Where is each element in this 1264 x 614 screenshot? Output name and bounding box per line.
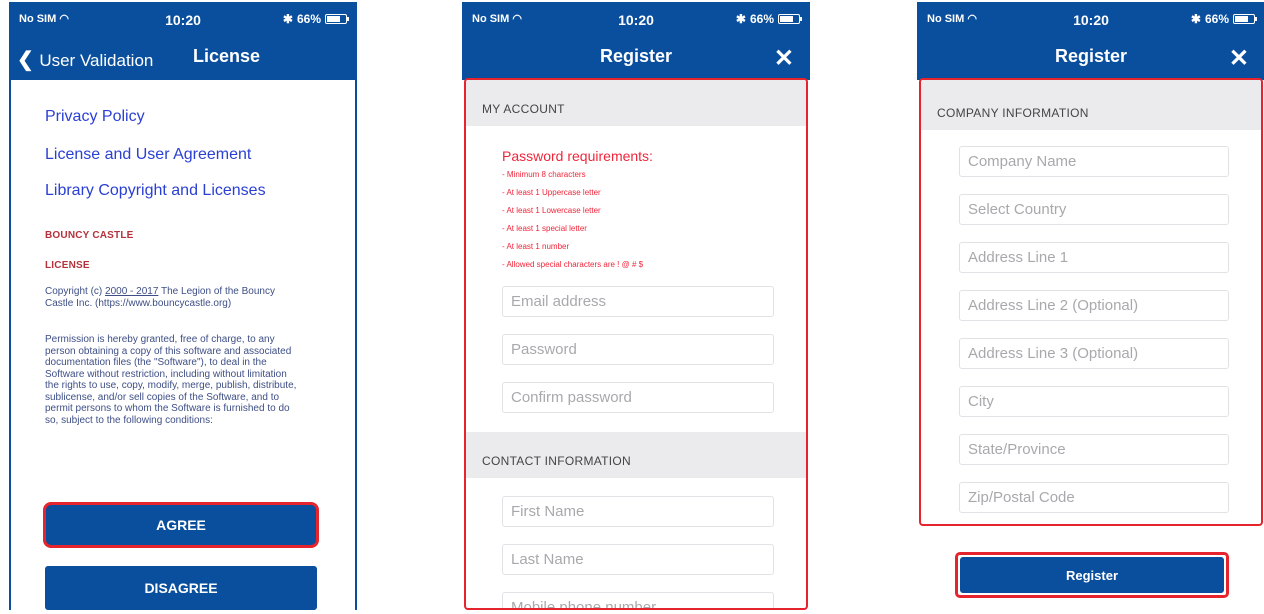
disagree-button[interactable]: DISAGREE — [45, 566, 317, 610]
mobile-phone-field[interactable]: Mobile phone number — [502, 592, 774, 608]
requirement-item: - At least 1 special letter — [502, 224, 587, 233]
address-line-1-field[interactable]: Address Line 1 — [959, 242, 1229, 273]
license-screen: No SIM ◠ 10:20 ✱ 66% ❮ User Validation Li… — [9, 2, 357, 610]
clock: 10:20 — [618, 12, 654, 28]
battery-icon — [1233, 14, 1257, 24]
requirement-item: - Allowed special characters are ! @ # $ — [502, 260, 644, 269]
state-province-field[interactable]: State/Province — [959, 434, 1229, 465]
battery-icon — [325, 14, 349, 24]
battery-icon — [778, 14, 802, 24]
section-company-information: COMPANY INFORMATION — [921, 80, 1261, 130]
carrier-label: No SIM ◠ — [19, 13, 69, 25]
password-field[interactable]: Password — [502, 334, 774, 365]
register-button-outline[interactable]: Register — [955, 552, 1229, 598]
address-line-2-field[interactable]: Address Line 2 (Optional) — [959, 290, 1229, 321]
agree-button[interactable]: AGREE — [48, 507, 314, 543]
select-country-field[interactable]: Select Country — [959, 194, 1229, 225]
wifi-icon: ◠ — [512, 13, 522, 25]
back-button[interactable]: ❮ User Validation — [17, 47, 153, 72]
last-name-field[interactable]: Last Name — [502, 544, 774, 575]
nav-bar: No SIM ◠ 10:20 ✱ 66% ❮ User Validation Li… — [9, 2, 357, 80]
bluetooth-icon: ✱ — [282, 12, 293, 26]
company-name-field[interactable]: Company Name — [959, 146, 1229, 177]
nav-bar: No SIM ◠ 10:20 ✱ 66% Register ✕ — [917, 2, 1264, 80]
requirement-item: - Minimum 8 characters — [502, 170, 586, 179]
chevron-left-icon: ❮ — [17, 49, 34, 71]
zip-postal-code-field[interactable]: Zip/Postal Code — [959, 482, 1229, 513]
account-form: MY ACCOUNT Password requirements: - Mini… — [464, 78, 808, 610]
address-line-3-field[interactable]: Address Line 3 (Optional) — [959, 338, 1229, 369]
carrier-label: No SIM ◠ — [927, 13, 977, 25]
agree-button-outline[interactable]: AGREE — [43, 502, 319, 548]
battery-status: ✱ 66% — [735, 12, 802, 26]
wifi-icon: ◠ — [59, 13, 69, 25]
section-heading: BOUNCY CASTLE — [45, 230, 134, 241]
page-title: License — [193, 46, 261, 66]
page-title: Register — [1054, 46, 1128, 66]
copyright-text: Copyright (c) 2000 - 2017 The Legion of … — [45, 286, 275, 309]
permission-text: Permission is hereby granted, free of ch… — [45, 334, 297, 426]
password-requirements-title: Password requirements: — [502, 148, 653, 164]
requirement-item: - At least 1 Lowercase letter — [502, 206, 601, 215]
email-field[interactable]: Email address — [502, 286, 774, 317]
register-account-screen: No SIM ◠ 10:20 ✱ 66% Register ✕ MY ACCOUN… — [462, 2, 810, 610]
nav-bar: No SIM ◠ 10:20 ✱ 66% Register ✕ — [462, 2, 810, 80]
section-contact-information: CONTACT INFORMATION — [466, 432, 806, 478]
register-company-screen: No SIM ◠ 10:20 ✱ 66% Register ✕ COMPANY I… — [917, 2, 1264, 610]
register-button[interactable]: Register — [960, 557, 1224, 593]
first-name-field[interactable]: First Name — [502, 496, 774, 527]
city-field[interactable]: City — [959, 386, 1229, 417]
copyright-years-link[interactable]: 2000 - 2017 — [105, 286, 158, 297]
carrier-label: No SIM ◠ — [472, 13, 522, 25]
confirm-password-field[interactable]: Confirm password — [502, 382, 774, 413]
close-icon[interactable]: ✕ — [1229, 44, 1249, 73]
bluetooth-icon: ✱ — [735, 12, 746, 26]
link-library-copyright[interactable]: Library Copyright and Licenses — [45, 182, 266, 200]
clock: 10:20 — [1073, 12, 1109, 28]
section-heading-license: LICENSE — [45, 260, 90, 271]
wifi-icon: ◠ — [967, 13, 977, 25]
battery-status: ✱ 66% — [1190, 12, 1257, 26]
link-license-agreement[interactable]: License and User Agreement — [45, 146, 251, 164]
requirement-item: - At least 1 number — [502, 242, 570, 251]
battery-status: ✱ 66% — [282, 12, 349, 26]
clock: 10:20 — [165, 12, 201, 28]
link-privacy-policy[interactable]: Privacy Policy — [45, 108, 145, 126]
close-icon[interactable]: ✕ — [774, 44, 794, 73]
page-title: Register — [599, 46, 673, 66]
company-form: COMPANY INFORMATION Company Name Select … — [919, 78, 1263, 526]
bluetooth-icon: ✱ — [1190, 12, 1201, 26]
section-my-account: MY ACCOUNT — [466, 80, 806, 126]
requirement-item: - At least 1 Uppercase letter — [502, 188, 601, 197]
